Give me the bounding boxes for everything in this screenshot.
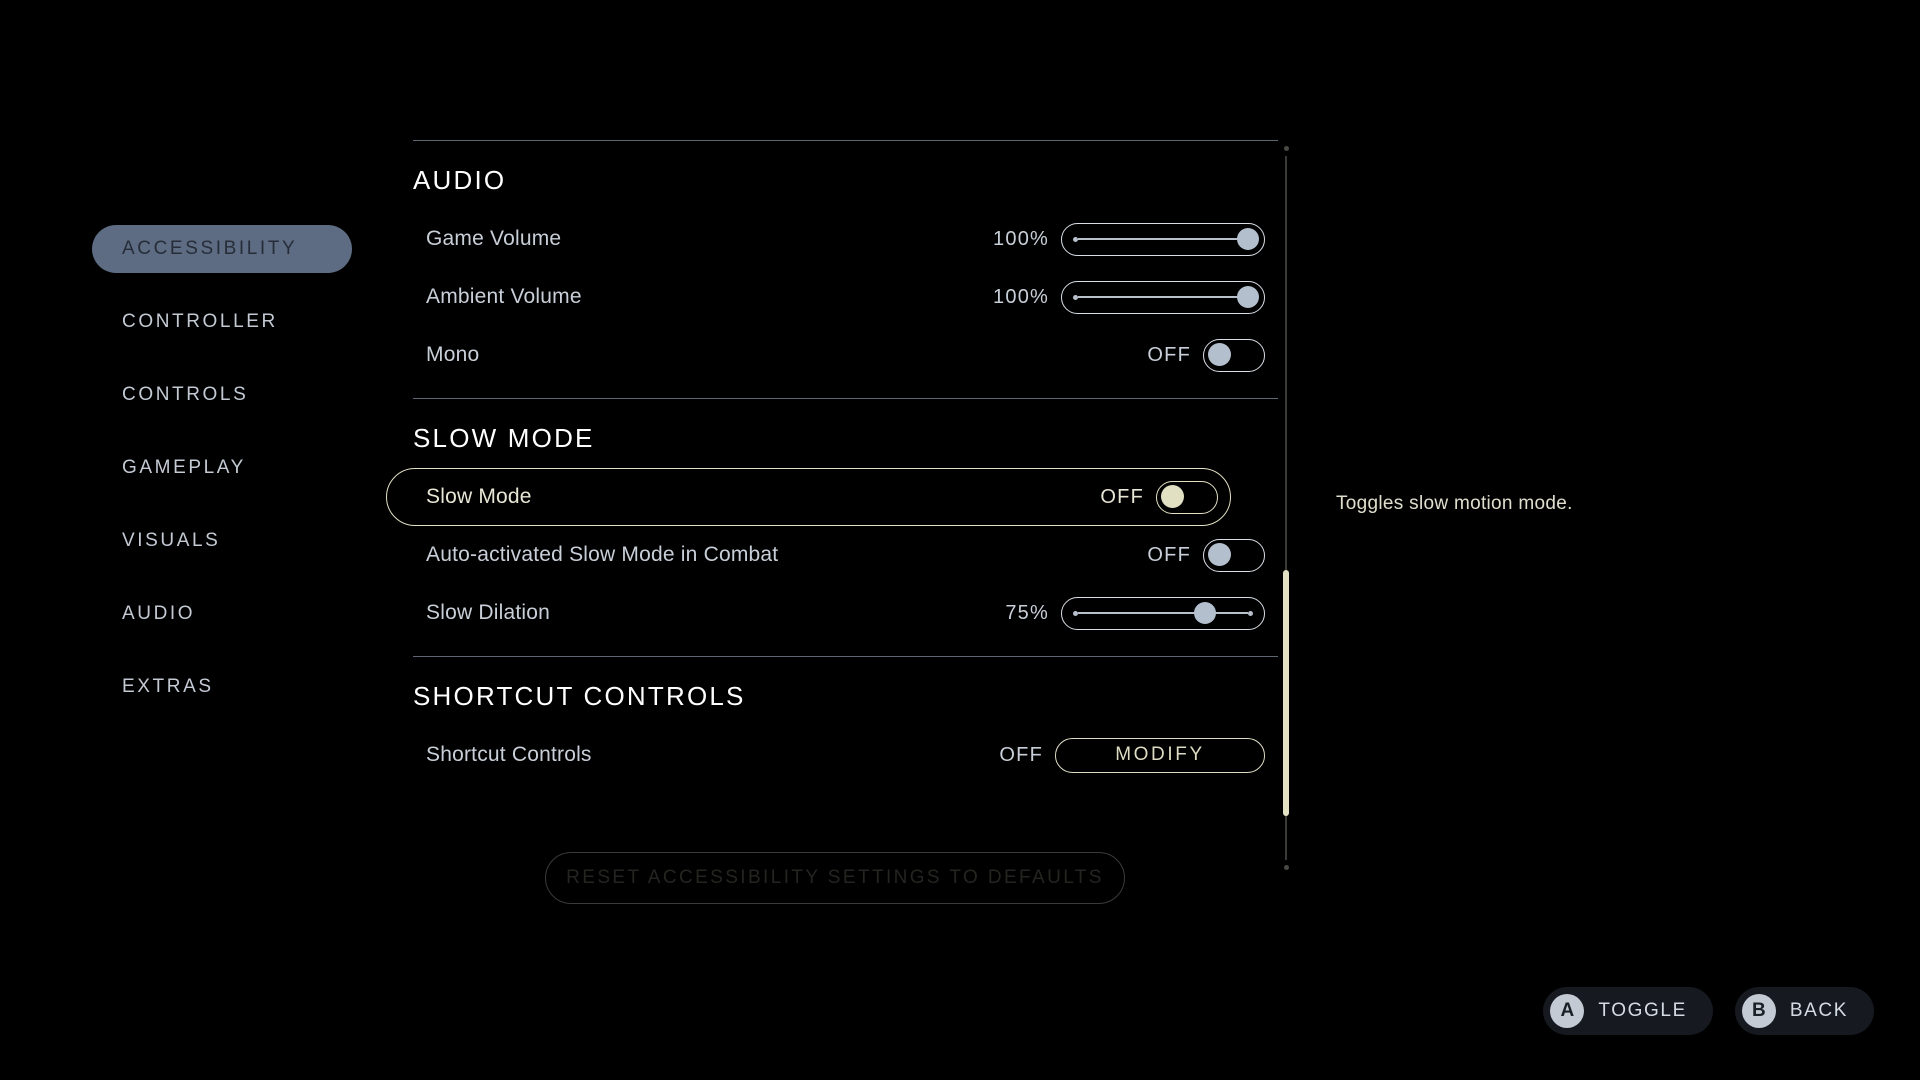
- section-title-shortcut-controls: SHORTCUT CONTROLS: [413, 681, 746, 711]
- sidebar-item-gameplay[interactable]: GAMEPLAY: [0, 444, 360, 492]
- setting-label: Slow Mode: [426, 485, 532, 508]
- prompt-toggle[interactable]: A TOGGLE: [1543, 987, 1713, 1035]
- setting-label: Ambient Volume: [426, 285, 582, 308]
- setting-value: OFF: [1100, 485, 1144, 508]
- slider-max-dot: [1248, 610, 1253, 616]
- sidebar-item-label: GAMEPLAY: [122, 457, 246, 478]
- prompt-back[interactable]: B BACK: [1734, 987, 1874, 1035]
- setting-value: 100%: [993, 285, 1049, 308]
- setting-row-slow-mode[interactable]: Slow Mode OFF: [386, 468, 1231, 526]
- sidebar-item-controller[interactable]: CONTROLLER: [0, 298, 360, 346]
- settings-nav-sidebar: ACCESSIBILITY CONTROLLER CONTROLS GAMEPL…: [0, 225, 360, 736]
- button-a-icon: A: [1550, 994, 1585, 1028]
- setting-value: OFF: [1147, 543, 1191, 566]
- reset-accessibility-settings-button[interactable]: RESET ACCESSIBILITY SETTINGS TO DEFAULTS: [545, 852, 1125, 904]
- scrollbar-bottom-cap: [1283, 865, 1289, 870]
- sidebar-item-controls[interactable]: CONTROLS: [0, 371, 360, 419]
- sidebar-item-extras[interactable]: EXTRAS: [0, 663, 360, 711]
- sidebar-item-label: VISUALS: [122, 530, 221, 551]
- setting-label: Shortcut Controls: [426, 743, 592, 766]
- section-title-audio: AUDIO: [413, 165, 507, 195]
- slow-mode-toggle[interactable]: [1156, 480, 1218, 514]
- sidebar-item-visuals[interactable]: VISUALS: [0, 517, 360, 565]
- setting-row-shortcut-controls[interactable]: Shortcut Controls OFF MODIFY: [413, 726, 1278, 784]
- prompt-label: TOGGLE: [1598, 1000, 1687, 1021]
- button-b-icon: B: [1741, 994, 1776, 1028]
- settings-screen: ACCESSIBILITY CONTROLLER CONTROLS GAMEPL…: [0, 0, 1920, 1080]
- sidebar-item-label: ACCESSIBILITY: [122, 238, 298, 259]
- setting-row-mono[interactable]: Mono OFF: [413, 326, 1278, 384]
- slider-knob[interactable]: [1237, 286, 1259, 308]
- toggle-knob: [1207, 343, 1231, 366]
- section-title-slow-mode: SLOW MODE: [413, 423, 595, 453]
- setting-row-auto-slow-mode[interactable]: Auto-activated Slow Mode in Combat OFF: [413, 526, 1278, 584]
- setting-label: Game Volume: [426, 227, 562, 250]
- slow-dilation-slider[interactable]: [1061, 596, 1265, 630]
- settings-panel: AUDIO Game Volume 100% Ambient Volume 10…: [386, 140, 1278, 784]
- scrollbar-thumb[interactable]: [1283, 570, 1289, 816]
- setting-row-ambient-volume[interactable]: Ambient Volume 100%: [413, 268, 1278, 326]
- button-prompt-bar: A TOGGLE B BACK: [1543, 987, 1874, 1035]
- mono-toggle[interactable]: [1203, 338, 1265, 372]
- section-divider: [413, 656, 1278, 657]
- slider-min-dot: [1073, 610, 1078, 616]
- setting-value: OFF: [999, 743, 1043, 766]
- setting-label: Mono: [426, 343, 480, 366]
- ambient-volume-slider[interactable]: [1061, 280, 1265, 314]
- sidebar-item-label: CONTROLLER: [122, 311, 278, 332]
- slider-track: [1078, 238, 1248, 240]
- auto-slow-mode-toggle[interactable]: [1203, 538, 1265, 572]
- setting-label: Auto-activated Slow Mode in Combat: [426, 543, 779, 566]
- slider-min-dot: [1073, 294, 1078, 300]
- section-divider: [413, 140, 1278, 141]
- sidebar-item-audio[interactable]: AUDIO: [0, 590, 360, 638]
- sidebar-item-label: CONTROLS: [122, 384, 249, 405]
- slider-track: [1078, 296, 1248, 298]
- toggle-knob: [1160, 485, 1184, 508]
- setting-label: Slow Dilation: [426, 601, 550, 624]
- panel-scrollbar[interactable]: [1283, 146, 1289, 870]
- toggle-knob: [1207, 543, 1231, 566]
- setting-description-tooltip: Toggles slow motion mode.: [1336, 493, 1573, 514]
- modify-button[interactable]: MODIFY: [1055, 737, 1265, 773]
- scrollbar-top-cap: [1283, 146, 1289, 151]
- sidebar-item-accessibility[interactable]: ACCESSIBILITY: [0, 225, 360, 273]
- slider-knob[interactable]: [1237, 228, 1259, 250]
- sidebar-item-label: EXTRAS: [122, 676, 214, 697]
- setting-row-slow-dilation[interactable]: Slow Dilation 75%: [413, 584, 1278, 642]
- game-volume-slider[interactable]: [1061, 222, 1265, 256]
- slider-min-dot: [1073, 236, 1078, 242]
- prompt-label: BACK: [1789, 1000, 1848, 1021]
- setting-value: 100%: [993, 227, 1049, 250]
- slider-track: [1078, 612, 1248, 614]
- section-divider: [413, 398, 1278, 399]
- slider-knob[interactable]: [1194, 602, 1216, 624]
- setting-row-game-volume[interactable]: Game Volume 100%: [413, 210, 1278, 268]
- setting-value: OFF: [1147, 343, 1191, 366]
- setting-value: 75%: [1005, 601, 1049, 624]
- sidebar-item-label: AUDIO: [122, 603, 196, 624]
